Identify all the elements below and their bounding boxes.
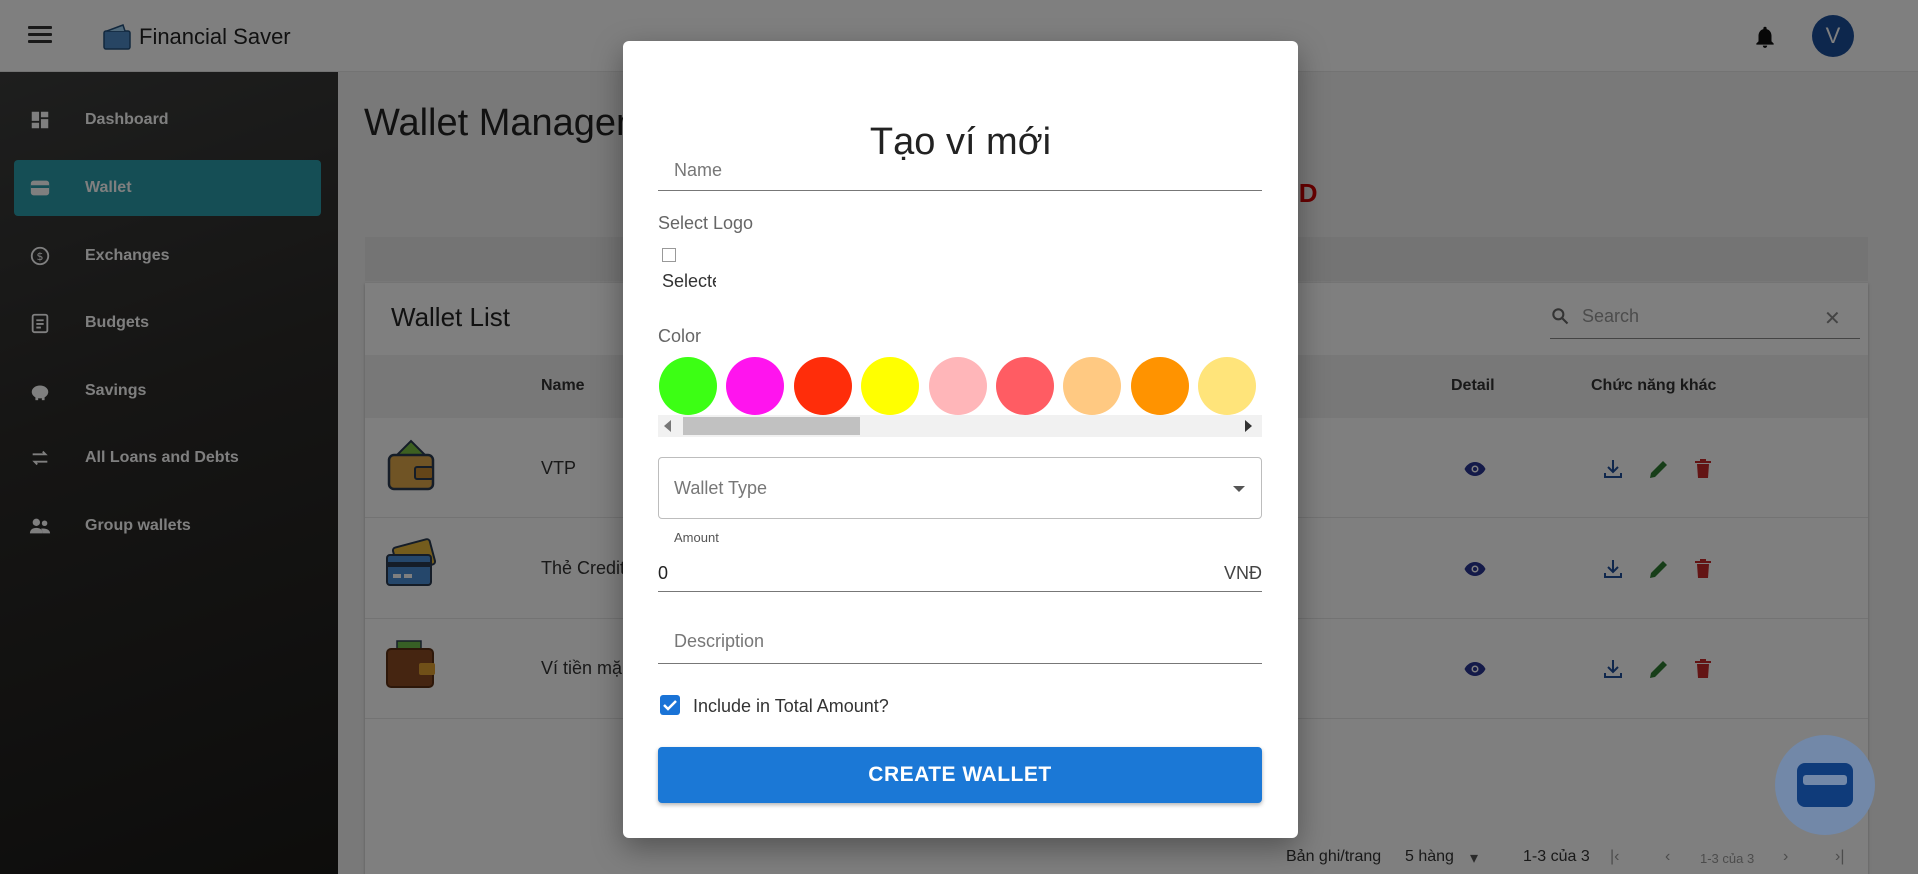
- description-placeholder: Description: [674, 631, 765, 651]
- color-swatch-green[interactable]: [659, 357, 717, 415]
- color-swatch-pink[interactable]: [929, 357, 987, 415]
- amount-unit: VNĐ: [1224, 563, 1263, 583]
- color-swatch-red[interactable]: [794, 357, 852, 415]
- color-swatch-magenta[interactable]: [726, 357, 784, 415]
- include-total-label: Include in Total Amount?: [693, 696, 889, 716]
- description-input[interactable]: [658, 663, 1262, 664]
- wallet-fab-button[interactable]: [1775, 735, 1875, 835]
- chevron-down-icon[interactable]: [1233, 486, 1245, 492]
- scroll-right-icon[interactable]: [1245, 420, 1252, 432]
- color-label: Color: [658, 326, 702, 346]
- amount-underline: [658, 591, 1262, 592]
- check-icon: [663, 700, 677, 711]
- wallet-type-placeholder: Wallet Type: [674, 478, 768, 498]
- create-wallet-dialog: Tạo ví mới: [623, 41, 1298, 838]
- color-swatch-orange[interactable]: [1131, 357, 1189, 415]
- include-total-checkbox[interactable]: [660, 695, 680, 715]
- name-input[interactable]: [658, 190, 1262, 191]
- color-swatch-yellow[interactable]: [861, 357, 919, 415]
- broken-image-icon: [662, 248, 676, 262]
- select-logo-label: Select Logo: [658, 213, 754, 233]
- dialog-title: Tạo ví mới: [869, 121, 1052, 163]
- color-swatch-light-yellow[interactable]: [1198, 357, 1256, 415]
- wallet-icon: [1797, 763, 1853, 807]
- amount-label: Amount: [674, 530, 719, 545]
- scroll-left-icon[interactable]: [664, 420, 671, 432]
- scrollbar-thumb[interactable]: [683, 417, 860, 435]
- color-swatch-peach[interactable]: [1063, 357, 1121, 415]
- amount-input[interactable]: 0: [658, 563, 668, 584]
- name-field-placeholder: Name: [674, 160, 723, 180]
- color-swatch-coral[interactable]: [996, 357, 1054, 415]
- logo-selector[interactable]: Selecte: [662, 248, 716, 292]
- create-wallet-button[interactable]: CREATE WALLET: [658, 747, 1262, 803]
- logo-alt-text: Selecte: [662, 271, 716, 291]
